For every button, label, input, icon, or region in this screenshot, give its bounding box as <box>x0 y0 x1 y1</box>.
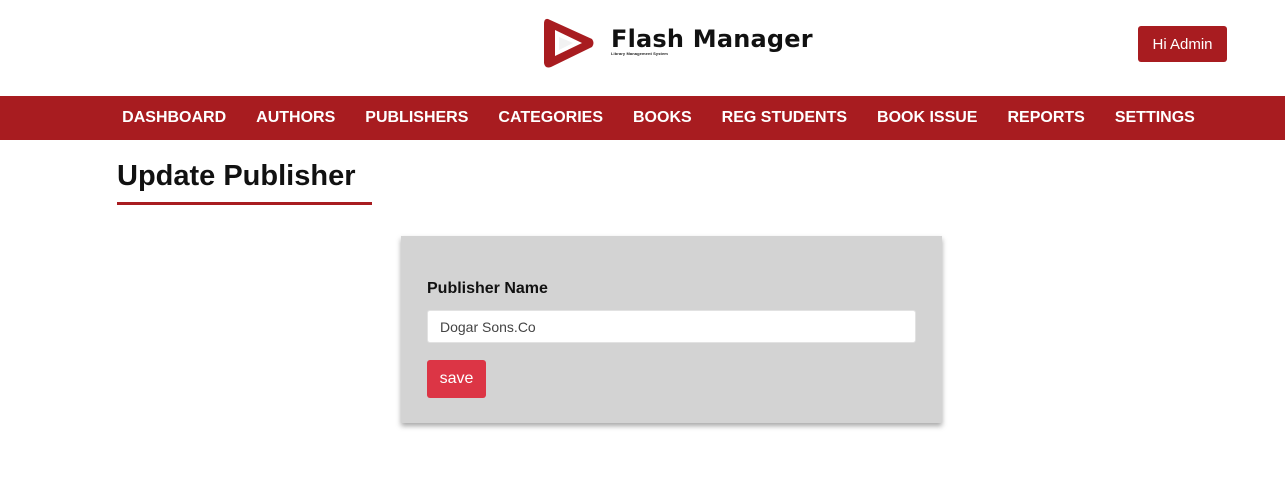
main-navbar: DASHBOARD AUTHORS PUBLISHERS CATEGORIES … <box>0 96 1285 140</box>
logo-title: Flash Manager <box>611 25 813 53</box>
admin-menu-button[interactable]: Hi Admin <box>1138 26 1227 62</box>
play-triangle-icon <box>544 18 594 68</box>
nav-item-dashboard[interactable]: DASHBOARD <box>122 109 226 127</box>
nav-item-books[interactable]: BOOKS <box>633 109 692 127</box>
publisher-form-card: Publisher Name save <box>401 236 942 423</box>
nav-item-book-issue[interactable]: BOOK ISSUE <box>877 109 977 127</box>
nav-item-categories[interactable]: CATEGORIES <box>498 109 603 127</box>
logo[interactable]: Flash Manager Library Management System <box>541 15 813 71</box>
page-title: Update Publisher <box>117 160 372 205</box>
publisher-name-input[interactable] <box>427 310 916 343</box>
nav-item-reports[interactable]: REPORTS <box>1007 109 1084 127</box>
publisher-name-label: Publisher Name <box>427 280 548 297</box>
header: Flash Manager Library Management System … <box>0 0 1285 96</box>
logo-text: Flash Manager Library Management System <box>611 25 813 56</box>
nav-item-reg-students[interactable]: REG STUDENTS <box>722 109 847 127</box>
save-button[interactable]: save <box>427 360 486 398</box>
nav-item-publishers[interactable]: PUBLISHERS <box>365 109 468 127</box>
nav-item-settings[interactable]: SETTINGS <box>1115 109 1195 127</box>
nav-item-authors[interactable]: AUTHORS <box>256 109 335 127</box>
